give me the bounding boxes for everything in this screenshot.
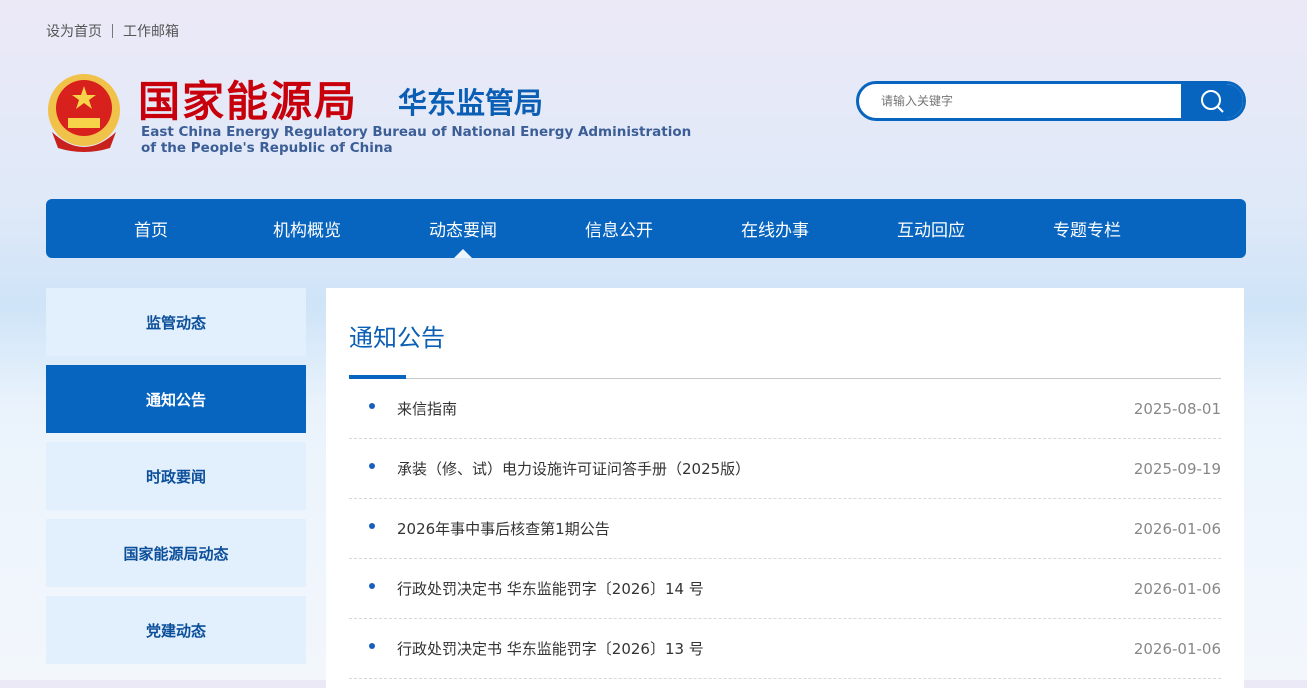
work-email-link[interactable]: 工作邮箱	[123, 21, 179, 41]
national-emblem-icon	[48, 74, 120, 152]
bullet-icon	[369, 642, 375, 649]
content-panel: 通知公告 来信指南 2025-08-01 承装（修、试）电力设施许可证问答手册（2…	[326, 288, 1244, 688]
search-input[interactable]	[859, 84, 1179, 118]
sidebar-item-regulation[interactable]: 监管动态	[46, 288, 306, 356]
search-box	[856, 81, 1246, 121]
nav-interaction[interactable]: 互动回应	[853, 199, 1009, 258]
nav-overview[interactable]: 机构概览	[229, 199, 385, 258]
list-item[interactable]: 行政处罚决定书 华东监能罚字〔2026〕14 号 2026-01-06	[349, 559, 1221, 619]
bullet-icon	[369, 522, 375, 529]
item-date: 2025-08-01	[1133, 399, 1221, 418]
sidebar-item-party[interactable]: 党建动态	[46, 596, 306, 664]
sidebar-item-nea-news[interactable]: 国家能源局动态	[46, 519, 306, 587]
bullet-icon	[369, 582, 375, 589]
item-title[interactable]: 行政处罚决定书 华东监能罚字〔2026〕13 号	[397, 638, 1134, 659]
item-date: 2026-01-06	[1133, 519, 1221, 538]
nav-online-service[interactable]: 在线办事	[697, 199, 853, 258]
site-title-english: East China Energy Regulatory Bureau of N…	[141, 124, 691, 156]
bullet-icon	[369, 402, 375, 409]
nav-info[interactable]: 信息公开	[541, 199, 697, 258]
site-subtitle: 华东监管局	[398, 86, 544, 120]
top-links: 设为首页 工作邮箱	[46, 21, 179, 41]
list-item[interactable]: 来信指南 2025-08-01	[349, 379, 1221, 439]
item-date: 2026-01-06	[1133, 579, 1221, 598]
item-title[interactable]: 来信指南	[397, 398, 1134, 419]
list-item[interactable]: 2026年事中事后核查第1期公告 2026-01-06	[349, 499, 1221, 559]
sidebar: 监管动态 通知公告 时政要闻 国家能源局动态 党建动态	[46, 288, 306, 673]
bullet-icon	[369, 462, 375, 469]
nav-news[interactable]: 动态要闻	[385, 199, 541, 258]
item-date: 2026-01-06	[1133, 639, 1221, 658]
search-button[interactable]	[1181, 84, 1243, 118]
item-title[interactable]: 承装（修、试）电力设施许可证问答手册（2025版）	[397, 458, 1134, 479]
page-title: 通知公告	[349, 324, 445, 352]
divider	[112, 24, 113, 38]
item-title[interactable]: 行政处罚决定书 华东监能罚字〔2026〕14 号	[397, 578, 1134, 599]
title-en-line1: East China Energy Regulatory Bureau of N…	[141, 124, 692, 140]
site-title: 国家能源局	[138, 77, 359, 126]
title-en-line2: of the People's Republic of China	[141, 140, 393, 156]
item-title[interactable]: 2026年事中事后核查第1期公告	[397, 518, 1134, 539]
list-item[interactable]: 承装（修、试）电力设施许可证问答手册（2025版） 2025-09-19	[349, 439, 1221, 499]
nav-topics[interactable]: 专题专栏	[1009, 199, 1165, 258]
notice-list: 来信指南 2025-08-01 承装（修、试）电力设施许可证问答手册（2025版）…	[349, 379, 1221, 679]
set-homepage-link[interactable]: 设为首页	[46, 21, 102, 41]
main-nav: 首页 机构概览 动态要闻 信息公开 在线办事 互动回应 专题专栏	[46, 199, 1246, 258]
sidebar-item-notices[interactable]: 通知公告	[46, 365, 306, 433]
search-icon	[1201, 90, 1224, 113]
item-date: 2025-09-19	[1133, 459, 1221, 478]
sidebar-item-politics[interactable]: 时政要闻	[46, 442, 306, 510]
list-item[interactable]: 行政处罚决定书 华东监能罚字〔2026〕13 号 2026-01-06	[349, 619, 1221, 679]
nav-home[interactable]: 首页	[73, 199, 229, 258]
